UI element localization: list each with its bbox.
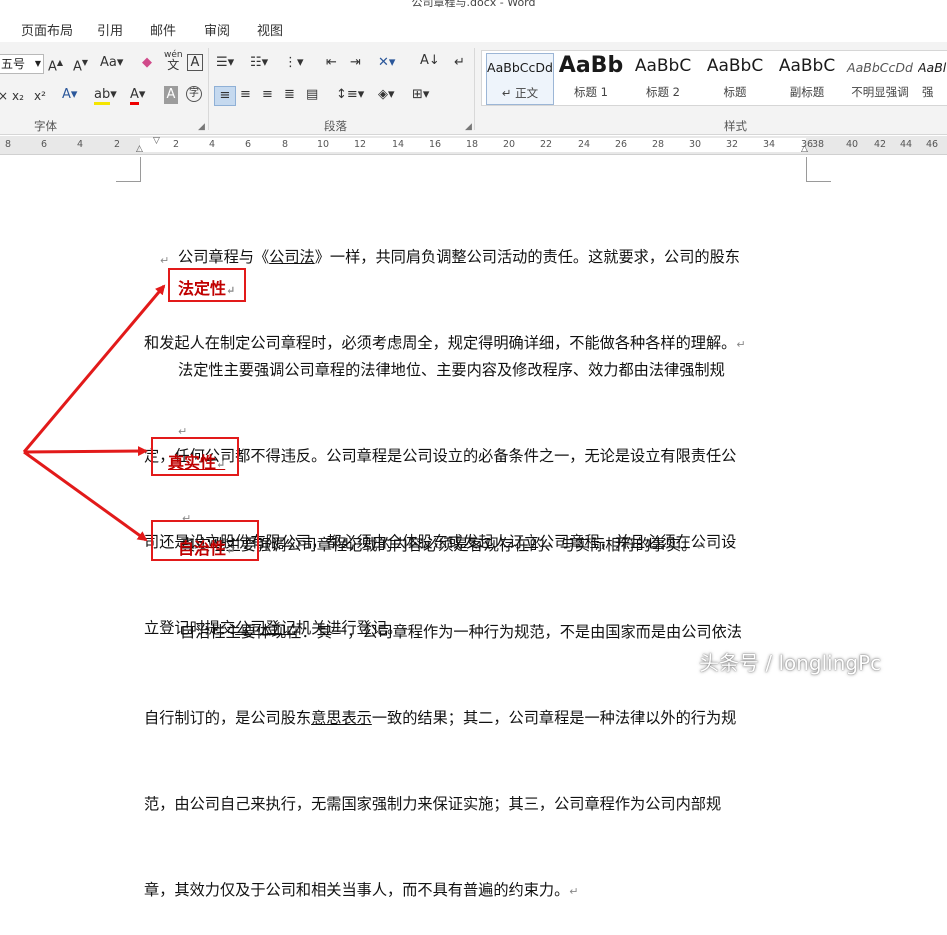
- text-run: 自行制订的，是公司股东: [144, 708, 312, 727]
- text-line: 范，由公司自己来执行，无需国家强制力来保证实施；其三，公司章程作为公司内部规: [144, 794, 722, 813]
- arrow-to-legal: [22, 284, 166, 453]
- text-line: 章，其效力仅及于公司和相关当事人，而不具有普遍的约束力。↵: [144, 876, 804, 907]
- arrow-to-truth: [23, 446, 148, 457]
- arrow-to-autonomy: [23, 450, 148, 542]
- annotation-arrows: [22, 284, 166, 542]
- text-line: 自行制订的，是公司股东意思表示一致的结果；其二，公司章程是一种法律以外的行为规: [144, 704, 804, 733]
- watermark: 头条号 / longlingPc: [699, 651, 882, 675]
- text-run: 章，其效力仅及于公司和相关当事人，而不具有普遍的约束力。: [144, 880, 570, 899]
- paragraph-mark-icon: ↵: [569, 884, 579, 898]
- text-run: 一致的结果；其二，公司章程是一种法律以外的行为规: [371, 708, 737, 727]
- hyperlink[interactable]: 意思表示: [311, 709, 372, 727]
